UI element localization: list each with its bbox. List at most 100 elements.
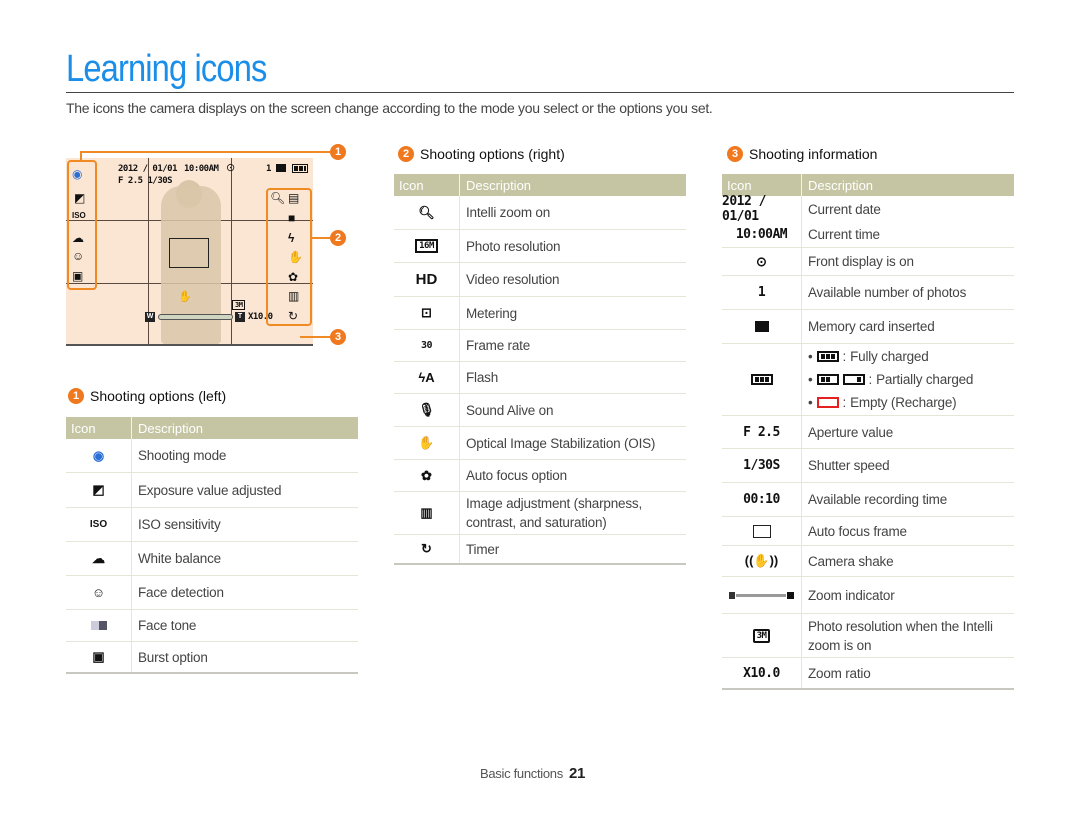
table-row: Zoom indicator	[722, 577, 1014, 614]
shooting-mode-icon: ◉	[66, 439, 132, 472]
table-row: 1/30S Shutter speed	[722, 449, 1014, 483]
table-row: 16M Photo resolution	[394, 230, 686, 263]
zoom-tele-icon: T	[235, 312, 245, 322]
footer-label: Basic functions	[480, 766, 563, 781]
callout-line-1-drop	[80, 151, 82, 161]
table-row: ▣ Burst option	[66, 642, 358, 674]
image-adjust-icon: ▥	[394, 492, 460, 534]
table-row: Auto focus frame	[722, 517, 1014, 546]
row-description: Shooting mode	[138, 448, 227, 463]
screen-date: 2012 / 01/01	[118, 164, 178, 174]
row-description: Video resolution	[466, 272, 560, 287]
callout-1: 1	[330, 144, 346, 160]
row-description: Current date	[808, 201, 881, 217]
row-description: Photo resolution when the Intelli zoom i…	[808, 618, 993, 653]
table-row: F 2.5 Aperture value	[722, 416, 1014, 449]
row-description: Auto focus frame	[808, 523, 907, 539]
metering-icon: ⊡	[394, 297, 460, 329]
row-description: Photo resolution	[466, 238, 561, 254]
section-number: 3	[727, 146, 743, 162]
photo-resolution-glyph: 16M	[415, 239, 438, 253]
section-heading-right: 2 Shooting options (right)	[398, 146, 565, 162]
intelli-resolution-icon: 3M	[722, 614, 802, 657]
row-description: ISO sensitivity	[138, 517, 221, 532]
intro-text: The icons the camera displays on the scr…	[66, 100, 713, 116]
battery-icon	[292, 163, 308, 175]
row-description: Available recording time	[808, 492, 948, 507]
header-description: Description	[138, 420, 204, 436]
sound-alive-icon: 🎙︎	[394, 394, 460, 426]
screen-photo-count: 1	[266, 164, 271, 174]
camera-shake-icon: ((✋))	[722, 546, 802, 576]
table-row: 1 Available number of photos	[722, 276, 1014, 310]
title-divider	[66, 92, 1014, 93]
table-row: ((✋)) Camera shake	[722, 546, 1014, 577]
table-row: ⊡ Metering	[394, 297, 686, 330]
table-row: ✋ Optical Image Stabilization (OIS)	[394, 427, 686, 460]
battery-empty-label: Empty (Recharge)	[850, 395, 957, 410]
memory-card-icon	[276, 164, 286, 172]
table-row: Memory card inserted	[722, 310, 1014, 344]
right-options-table: Icon Description 🔍︎ Intelli zoom on 16M Ph…	[394, 174, 686, 565]
row-description: Optical Image Stabilization (OIS)	[466, 435, 656, 451]
table-row: HD Video resolution	[394, 263, 686, 297]
photo-resolution-icon: 16M	[394, 230, 460, 262]
photo-count-icon: 1	[722, 276, 802, 309]
left-options-table: Icon Description ◉ Shooting mode ◩ Exposur…	[66, 417, 358, 674]
frame-rate-icon: 30	[394, 330, 460, 361]
table-row: ↻ Timer	[394, 535, 686, 565]
zoom-indicator-bar	[158, 314, 233, 320]
time-icon: 10:00AM	[722, 222, 802, 247]
shutter-icon: 1/30S	[722, 449, 802, 482]
recording-time-icon: 00:10	[722, 483, 802, 516]
battery-empty-item: • : Empty (Recharge)	[808, 391, 973, 414]
zoom-ratio-icon: X10.0	[722, 658, 802, 688]
row-description: Burst option	[138, 649, 208, 665]
section-heading-left: 1 Shooting options (left)	[68, 388, 226, 404]
callout-line-3	[300, 336, 330, 338]
left-options-highlight	[67, 160, 97, 290]
table-row: ⊙ Front display is on	[722, 248, 1014, 276]
row-description: Face detection	[138, 585, 224, 600]
zoom-wide-icon: W	[145, 312, 155, 322]
table-row: ◉ Shooting mode	[66, 439, 358, 473]
section-title: Shooting options (right)	[420, 146, 565, 162]
front-display-icon: ⊙	[226, 162, 236, 174]
battery-partial-label: Partially charged	[876, 372, 974, 387]
battery-partial-item: • : Partially charged	[808, 368, 973, 391]
video-resolution-icon: HD	[394, 263, 460, 296]
row-description: Memory card inserted	[808, 319, 935, 334]
row-description: Zoom indicator	[808, 587, 895, 603]
table-row: ISO ISO sensitivity	[66, 508, 358, 542]
header-description: Description	[808, 177, 874, 193]
table-row: 🎙︎ Sound Alive on	[394, 394, 686, 427]
shooting-info-table: Icon Description 2012 / 01/01 Current dat…	[722, 174, 1014, 690]
battery-descriptions: • : Fully charged • : Partially charged …	[802, 345, 973, 414]
header-description: Description	[466, 177, 532, 193]
row-description: Image adjustment (sharpness, contrast, a…	[466, 496, 642, 530]
row-description: Shutter speed	[808, 458, 890, 473]
table-row: 10:00AM Current time	[722, 222, 1014, 248]
row-description: Timer	[466, 541, 499, 557]
header-icon: Icon	[66, 417, 132, 439]
exposure-icon: ◩	[66, 473, 132, 507]
row-description: Frame rate	[466, 338, 531, 353]
table-row: ϟA Flash	[394, 362, 686, 394]
table-header: Icon Description	[66, 417, 358, 439]
table-row: 00:10 Available recording time	[722, 483, 1014, 517]
table-row: ☁ White balance	[66, 542, 358, 576]
front-display-icon: ⊙	[722, 248, 802, 275]
row-description: Sound Alive on	[466, 402, 554, 418]
aperture-icon: F 2.5	[722, 416, 802, 448]
date-icon: 2012 / 01/01	[722, 194, 802, 224]
screen-time: 10:00AM	[184, 164, 219, 174]
table-row: ☺ Face detection	[66, 576, 358, 610]
right-options-highlight	[266, 188, 312, 326]
ois-icon: ✋	[394, 427, 460, 459]
table-row: ✿ Auto focus option	[394, 460, 686, 492]
white-balance-icon: ☁	[66, 542, 132, 575]
battery-icon	[722, 344, 802, 415]
row-description: Exposure value adjusted	[138, 482, 282, 498]
row-description: Auto focus option	[466, 468, 567, 483]
timer-icon: ↻	[394, 535, 460, 563]
